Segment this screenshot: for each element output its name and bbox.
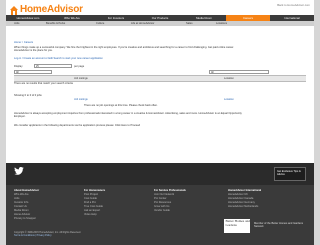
showing-count: Showing 0 to 0 of 0 jobs <box>14 94 42 97</box>
exclusive-tips-text: Get Exclusive Tips & Advice <box>277 170 301 177</box>
site-header: HomeAdvisor COMPANY INFO Back to HomeAdv… <box>6 0 314 26</box>
footer-link[interactable]: Privacy to Snapper <box>14 217 39 221</box>
subnav-item-culture[interactable]: Culture <box>96 21 104 26</box>
page: HomeAdvisor COMPANY INFO Back to HomeAdv… <box>6 0 314 245</box>
back-to-site-link[interactable]: Back to HomeAdvisor.com <box>277 3 310 7</box>
location-select[interactable]: All <box>209 70 269 74</box>
col-job-listings-2[interactable]: Job Listings <box>74 98 88 102</box>
bhg-logo[interactable]: Better Homes and Gardens <box>224 219 250 233</box>
job-table-header: Job Listings Location <box>14 75 306 82</box>
social-bar: Get Exclusive Tips & Advice <box>6 163 314 185</box>
breadcrumb[interactable]: Home > Careers <box>14 41 33 44</box>
twitter-icon[interactable] <box>14 167 24 175</box>
edit-search-link[interactable]: Log-in / Create an account or Edit Searc… <box>14 57 103 60</box>
no-results-text: There are no results that match your sea… <box>14 82 73 85</box>
col-location-2[interactable]: Location <box>224 98 234 102</box>
footer-col-about: About HomeAdvisor Who We Are Jobs Invest… <box>14 189 39 221</box>
intro-paragraph: When things make up a successful company… <box>14 46 234 53</box>
job-table-subheader: Job Listings Location <box>14 98 306 102</box>
terms-links[interactable]: Terms & Conditions | Privacy Policy <box>14 234 134 237</box>
col-job-listings[interactable]: Job Listings <box>74 76 88 81</box>
house-logo-icon <box>10 6 18 15</box>
subnav-item-life[interactable]: Life at HomeAdvisor <box>131 21 154 26</box>
subnav-item-locations[interactable]: Locations <box>216 21 227 26</box>
footer-link[interactable]: HomeAdvisor Netherlands <box>228 205 261 209</box>
copyright: Copyright © 1999-2015 HomeAdvisor, Inc. … <box>14 231 134 237</box>
network-member-text: Member of the Better Homes and Gardens N… <box>254 222 304 229</box>
subnav-item-benefits[interactable]: Benefits & Perks <box>46 21 65 26</box>
category-select[interactable]: All <box>14 70 52 74</box>
col-location[interactable]: Location <box>224 76 234 81</box>
footer-col-international: HomeAdvisor International HomeAdvisor UK… <box>228 189 261 209</box>
footer-link[interactable]: Video Help <box>84 213 105 217</box>
site-footer: About HomeAdvisor Who We Are Jobs Invest… <box>6 185 314 245</box>
exclusive-tips-badge[interactable]: Get Exclusive Tips & Advice <box>274 167 306 181</box>
footer-col-homeowners: For Homeowners Post Project Cost Guide F… <box>84 189 105 217</box>
footer-link[interactable]: Vendor Guide <box>154 209 186 213</box>
no-openings-notice: There are no job openings at this time. … <box>84 104 158 107</box>
subnav-item-jobs[interactable]: Jobs <box>14 21 19 26</box>
subnav-item-sales[interactable]: Sales <box>186 21 193 26</box>
secondary-nav: Jobs Benefits & Perks Culture Life at Ho… <box>6 21 314 26</box>
display-select[interactable]: 25 <box>34 64 72 68</box>
apply-paragraph: We consider applicants in the following … <box>14 124 141 127</box>
display-label: Display <box>14 65 23 68</box>
eeo-paragraph: HomeAdvisor is always accepting employme… <box>14 112 242 119</box>
footer-col-pros: For Service Professionals Join Our Netwo… <box>154 189 186 213</box>
per-page-label: per page <box>74 65 85 68</box>
